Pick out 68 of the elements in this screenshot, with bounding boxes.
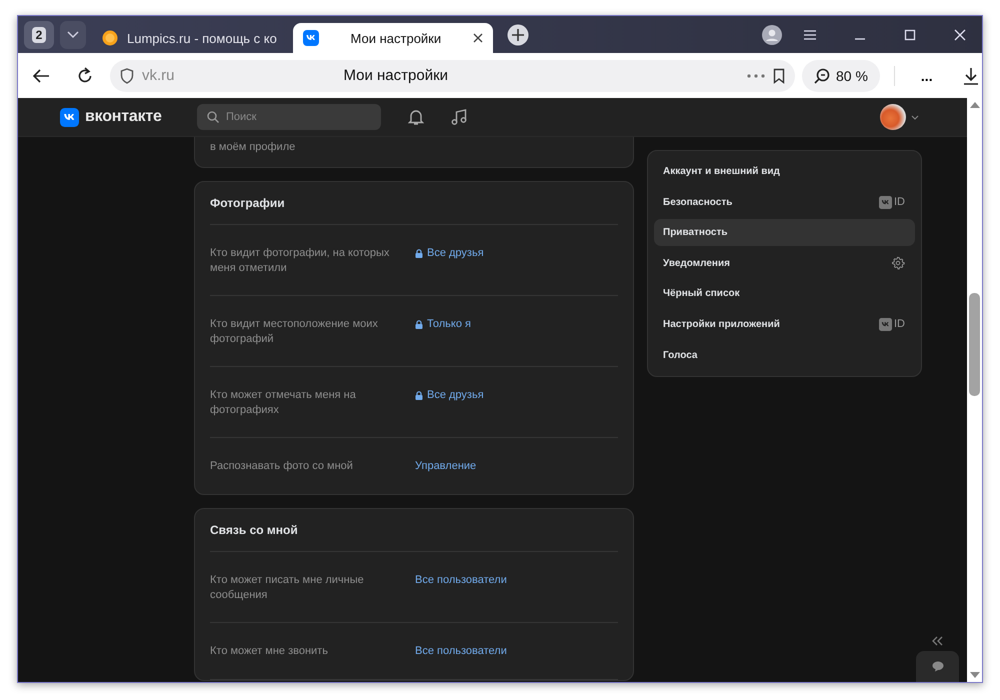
url-domain: vk.ru: [142, 67, 175, 84]
menu-item[interactable]: Аккаунт и внешний вид: [654, 158, 915, 185]
logo-text: вконтакте: [85, 108, 162, 126]
scrollbar-thumb[interactable]: [969, 293, 980, 396]
zoom-icon: [814, 68, 830, 84]
setting-value-link[interactable]: Управление: [415, 459, 476, 474]
browser-tab[interactable]: Lumpics.ru - помощь с ко: [92, 23, 287, 53]
shield-icon[interactable]: [120, 68, 134, 84]
back-arrow-icon[interactable]: [32, 68, 50, 84]
maximize-icon[interactable]: [903, 28, 917, 40]
search-input[interactable]: Поиск: [226, 111, 356, 123]
vk-logo[interactable]: вконтакте: [60, 108, 188, 126]
vk-logo-icon: [879, 196, 892, 209]
page-title: Мои настройки: [342, 67, 450, 84]
search-icon: [207, 111, 219, 123]
more-button[interactable]: ...: [916, 68, 937, 84]
bookmark-icon[interactable]: [773, 68, 785, 84]
collapse-icon[interactable]: [931, 636, 943, 646]
setting-value-link[interactable]: Все пользователи: [415, 644, 507, 659]
music-icon[interactable]: [451, 108, 467, 126]
scroll-up-icon[interactable]: [970, 102, 980, 108]
vk-logo-icon: [60, 108, 79, 126]
id-badge-text: ID: [894, 318, 905, 330]
menu-item[interactable]: Голоса: [654, 342, 915, 369]
bell-icon[interactable]: [408, 108, 424, 126]
section-title: Фотографии: [210, 182, 618, 225]
scroll-down-icon[interactable]: [970, 672, 980, 678]
menu-icon[interactable]: [803, 28, 817, 40]
id-badge-text: ID: [894, 196, 905, 208]
setting-label: Кто видит фотографии, на которых меня отметили: [210, 246, 390, 276]
zoom-button[interactable]: 80 %: [802, 60, 880, 92]
menu-item[interactable]: Чёрный список: [654, 280, 915, 308]
search-field[interactable]: Поиск: [197, 104, 381, 130]
address-bar[interactable]: vk.ru Мои настройки: [110, 60, 795, 92]
download-icon[interactable]: [962, 66, 979, 84]
setting-label: Кто может отмечать меня на фотографиях: [210, 388, 357, 418]
section-title: Связь со мной: [210, 509, 618, 552]
avatar[interactable]: [880, 104, 906, 130]
chevron-down-icon: [67, 30, 79, 38]
vk-logo-icon: [879, 318, 892, 331]
setting-label: Кто видит местоположение моих фотографий: [210, 317, 379, 347]
chat-button[interactable]: [916, 651, 959, 682]
setting-value-link[interactable]: Все друзья: [415, 246, 484, 261]
setting-value-link[interactable]: Только я: [415, 317, 471, 332]
menu-item[interactable]: Приватность: [654, 219, 915, 246]
tabs-dropdown-button[interactable]: [60, 20, 86, 48]
setting-label: Распознавать фото со мной: [210, 459, 354, 474]
close-tab-icon[interactable]: [472, 33, 483, 43]
setting-value-link[interactable]: Все друзья: [415, 388, 484, 403]
tab-counter[interactable]: 2: [24, 20, 54, 48]
settings-icon: [891, 256, 905, 270]
setting-value-link[interactable]: Все пользователи: [415, 573, 507, 588]
speech-bubble-icon: [932, 661, 944, 672]
menu-item[interactable]: Безопасность ID: [654, 188, 915, 216]
setting-label: Кто может писать мне личные сообщения: [210, 573, 365, 603]
fruit-slice-icon: [102, 30, 118, 46]
setting-label: Кто может мне звонить: [210, 644, 329, 659]
more-dots-icon[interactable]: [747, 74, 765, 78]
menu-item[interactable]: Уведомления: [654, 250, 915, 277]
profile-icon[interactable]: [762, 24, 782, 44]
vk-logo-icon: [302, 30, 319, 46]
setting-label: в моём профиле: [210, 140, 296, 155]
menu-item[interactable]: Настройки приложений ID: [654, 310, 915, 338]
browser-tab[interactable]: Мои настройки: [292, 23, 493, 53]
new-tab-icon[interactable]: [506, 24, 529, 46]
reload-icon[interactable]: [76, 66, 94, 84]
close-icon[interactable]: [953, 28, 967, 40]
chevron-down-icon[interactable]: [911, 114, 919, 120]
